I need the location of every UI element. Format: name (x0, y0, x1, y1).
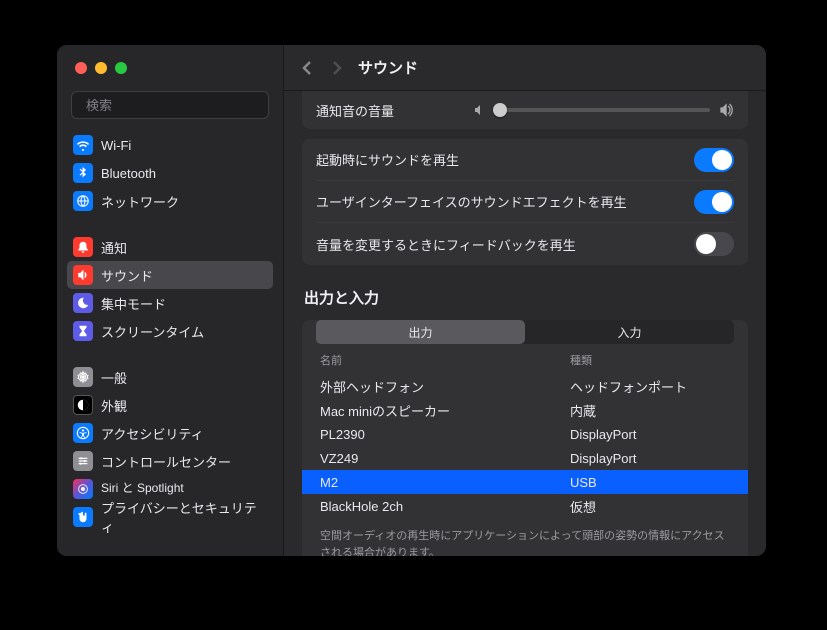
speaker-icon (73, 265, 93, 285)
search-input[interactable] (86, 98, 262, 113)
window-controls (57, 45, 283, 91)
setting-row: 起動時にサウンドを再生 (316, 139, 734, 181)
device-name: 外部ヘッドフォン (320, 377, 570, 396)
sidebar: Wi-Fi Bluetooth ネットワーク通知サウンド集中モードスクリーンタイム一… (57, 45, 284, 556)
device-row[interactable]: 外部ヘッドフォンヘッドフォンポート (316, 374, 734, 398)
settings-window: Wi-FiBluetoothネットワーク通知サウンド集中モードスクリーンタイム一… (57, 45, 766, 556)
sidebar-item--[interactable]: アクセシビリティ (67, 419, 273, 447)
device-row[interactable]: PL2390DisplayPort (316, 422, 734, 446)
device-row[interactable]: M2USB (302, 470, 748, 494)
toggle-switch[interactable] (694, 148, 734, 172)
sidebar-item--[interactable]: ネットワーク (67, 187, 273, 215)
volume-low-icon (472, 102, 488, 118)
device-name: M2 (320, 475, 570, 490)
spatial-audio-footnote: 空間オーディオの再生時にアプリケーションによって頭部の姿勢の情報にアクセスされる… (316, 518, 734, 556)
device-row[interactable]: VZ249DisplayPort (316, 446, 734, 470)
sidebar-item--[interactable]: 通知 (67, 233, 273, 261)
tab-input[interactable]: 入力 (525, 320, 734, 344)
moon-icon (73, 293, 93, 313)
bell-icon (73, 237, 93, 257)
sidebar-item-label: ネットワーク (101, 192, 179, 211)
tab-output[interactable]: 出力 (316, 320, 525, 344)
sidebar-item-label: アクセシビリティ (101, 424, 204, 443)
search-field[interactable] (71, 91, 269, 119)
sidebar-item-wi-fi[interactable]: Wi-Fi (67, 131, 273, 159)
column-type: 種類 (570, 352, 730, 368)
sidebar-item--[interactable]: スクリーンタイム (67, 317, 273, 345)
setting-label: ユーザインターフェイスのサウンドエフェクトを再生 (316, 192, 627, 211)
forward-button[interactable] (332, 60, 342, 76)
hand-icon (73, 507, 93, 527)
toggle-switch[interactable] (694, 232, 734, 256)
sidebar-item--[interactable]: コントロールセンター (67, 447, 273, 475)
alert-volume-slider[interactable] (496, 108, 710, 112)
siri-icon (73, 479, 93, 499)
sidebar-item--[interactable]: サウンド (67, 261, 273, 289)
main-panel: サウンド 通知音の音量 起動時にサウンドを再生ユーザインターフェイスのサウンドエ… (284, 45, 766, 556)
hourglass-icon (73, 321, 93, 341)
device-list: 外部ヘッドフォンヘッドフォンポートMac miniのスピーカー内蔵PL2390D… (316, 374, 734, 518)
maximize-button[interactable] (115, 62, 127, 74)
sidebar-item-label: 外観 (101, 396, 127, 415)
close-button[interactable] (75, 62, 87, 74)
sliders-icon (73, 451, 93, 471)
sidebar-item-label: Siri と Spotlight (101, 482, 184, 495)
device-type: DisplayPort (570, 427, 730, 442)
sidebar-item-label: サウンド (101, 266, 153, 285)
sidebar-item-label: 通知 (101, 238, 127, 257)
minimize-button[interactable] (95, 62, 107, 74)
setting-row: 音量を変更するときにフィードバックを再生 (316, 223, 734, 265)
sidebar-item-label: プライバシーとセキュリティ (101, 498, 267, 536)
device-name: Mac miniのスピーカー (320, 401, 570, 420)
device-name: BlackHole 2ch (320, 499, 570, 514)
sidebar-item--[interactable]: 集中モード (67, 289, 273, 317)
device-type: ヘッドフォンポート (570, 377, 730, 396)
sidebar-item--[interactable]: 一般 (67, 363, 273, 391)
page-title: サウンド (358, 57, 418, 78)
setting-label: 起動時にサウンドを再生 (316, 150, 459, 169)
sidebar-item--[interactable]: 外観 (67, 391, 273, 419)
wifi-icon (73, 135, 93, 155)
device-table-header: 名前 種類 (316, 344, 734, 374)
io-section-title: 出力と入力 (304, 287, 748, 308)
device-row[interactable]: Mac miniのスピーカー内蔵 (316, 398, 734, 422)
slider-thumb[interactable] (493, 103, 507, 117)
sidebar-item-label: Bluetooth (101, 166, 156, 181)
sidebar-item-label: 集中モード (101, 294, 166, 313)
sidebar-item--[interactable]: プライバシーとセキュリティ (67, 503, 273, 531)
gear-icon (73, 367, 93, 387)
sidebar-item-label: スクリーンタイム (101, 322, 204, 341)
device-type: USB (570, 475, 730, 490)
alert-volume-label: 通知音の音量 (316, 101, 394, 120)
sidebar-item-label: Wi-Fi (101, 138, 131, 153)
header: サウンド (284, 45, 766, 91)
bluetooth-icon (73, 163, 93, 183)
column-name: 名前 (320, 352, 570, 368)
sidebar-item-label: 一般 (101, 368, 127, 387)
back-button[interactable] (302, 60, 312, 76)
device-row[interactable]: BlackHole 2ch仮想 (316, 494, 734, 518)
device-type: DisplayPort (570, 451, 730, 466)
sidebar-list: Wi-Fi Bluetooth ネットワーク通知サウンド集中モードスクリーンタイム一… (57, 129, 283, 556)
setting-row: ユーザインターフェイスのサウンドエフェクトを再生 (316, 181, 734, 223)
sidebar-item-bluetooth[interactable]: Bluetooth (67, 159, 273, 187)
device-name: PL2390 (320, 427, 570, 442)
device-type: 仮想 (570, 497, 730, 516)
toggle-switch[interactable] (694, 190, 734, 214)
volume-high-icon (718, 102, 734, 118)
io-tabs: 出力 入力 (316, 320, 734, 344)
content: 通知音の音量 起動時にサウンドを再生ユーザインターフェイスのサウンドエフェクトを… (284, 91, 766, 556)
globe-icon (73, 191, 93, 211)
device-name: VZ249 (320, 451, 570, 466)
contrast-icon (73, 395, 93, 415)
accessibility-icon (73, 423, 93, 443)
setting-label: 音量を変更するときにフィードバックを再生 (316, 235, 576, 254)
sidebar-item-label: コントロールセンター (101, 452, 231, 471)
device-type: 内蔵 (570, 401, 730, 420)
